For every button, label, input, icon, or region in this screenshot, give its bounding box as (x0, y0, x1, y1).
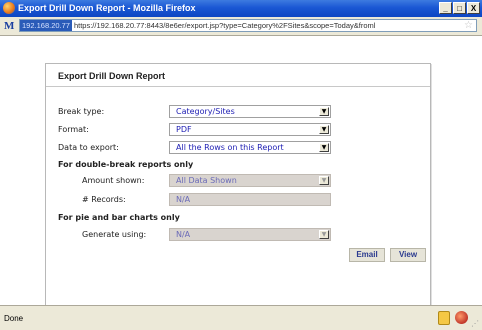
export-dialog: Export Drill Down Report Break type: Cat… (45, 63, 431, 313)
addon-icon[interactable] (455, 311, 468, 324)
format-label: Format: (58, 125, 89, 134)
generate-using-value: N/A (176, 230, 191, 239)
amount-shown-label: Amount shown: (82, 176, 145, 185)
email-button[interactable]: Email (349, 248, 385, 262)
window-controls: _ □ X (439, 2, 480, 14)
format-select[interactable]: PDF ▼ (169, 123, 331, 136)
url-text: https://192.168.20.77:8443/8e6er/export.… (73, 21, 376, 30)
window-title: Export Drill Down Report - Mozilla Firef… (18, 3, 196, 13)
chevron-down-icon[interactable]: ▼ (319, 143, 329, 152)
maximize-button[interactable]: □ (453, 2, 466, 14)
data-to-export-value: All the Rows on this Report (176, 143, 284, 152)
status-text: Done (4, 314, 24, 323)
view-button[interactable]: View (390, 248, 426, 262)
chevron-down-icon[interactable]: ▼ (319, 125, 329, 134)
address-bar: M 192.168.20.77 https://192.168.20.77:844… (0, 17, 482, 36)
site-icon: M (4, 20, 15, 32)
window-titlebar: Export Drill Down Report - Mozilla Firef… (0, 0, 482, 17)
lock-icon[interactable] (438, 311, 450, 325)
page-content: Export Drill Down Report Break type: Cat… (0, 36, 482, 313)
double-break-heading: For double-break reports only (58, 160, 194, 169)
break-type-select[interactable]: Category/Sites ▼ (169, 105, 331, 118)
generate-using-label: Generate using: (82, 230, 147, 239)
break-type-value: Category/Sites (176, 107, 235, 116)
data-to-export-label: Data to export: (58, 143, 119, 152)
amount-shown-select: All Data Shown ▼ (169, 174, 331, 187)
data-to-export-select[interactable]: All the Rows on this Report ▼ (169, 141, 331, 154)
records-label: # Records: (82, 195, 126, 204)
status-bar: Done ⋰ (0, 305, 482, 330)
resize-grip-icon[interactable]: ⋰ (471, 319, 481, 329)
records-value: N/A (176, 195, 191, 204)
url-host: 192.168.20.77 (20, 20, 72, 31)
minimize-button[interactable]: _ (439, 2, 452, 14)
close-button[interactable]: X (467, 2, 480, 14)
chevron-down-icon: ▼ (319, 230, 329, 239)
chevron-down-icon[interactable]: ▼ (319, 107, 329, 116)
pie-bar-heading: For pie and bar charts only (58, 213, 180, 222)
url-field[interactable]: 192.168.20.77 https://192.168.20.77:8443/… (19, 19, 477, 32)
records-input: N/A (169, 193, 331, 206)
dialog-title: Export Drill Down Report (58, 71, 166, 81)
firefox-icon (3, 2, 15, 14)
amount-shown-value: All Data Shown (176, 176, 237, 185)
break-type-label: Break type: (58, 107, 105, 116)
dialog-header: Export Drill Down Report (46, 64, 430, 87)
format-value: PDF (176, 125, 192, 134)
chevron-down-icon: ▼ (319, 176, 329, 185)
generate-using-select: N/A ▼ (169, 228, 331, 241)
star-icon[interactable]: ☆ (464, 20, 473, 31)
